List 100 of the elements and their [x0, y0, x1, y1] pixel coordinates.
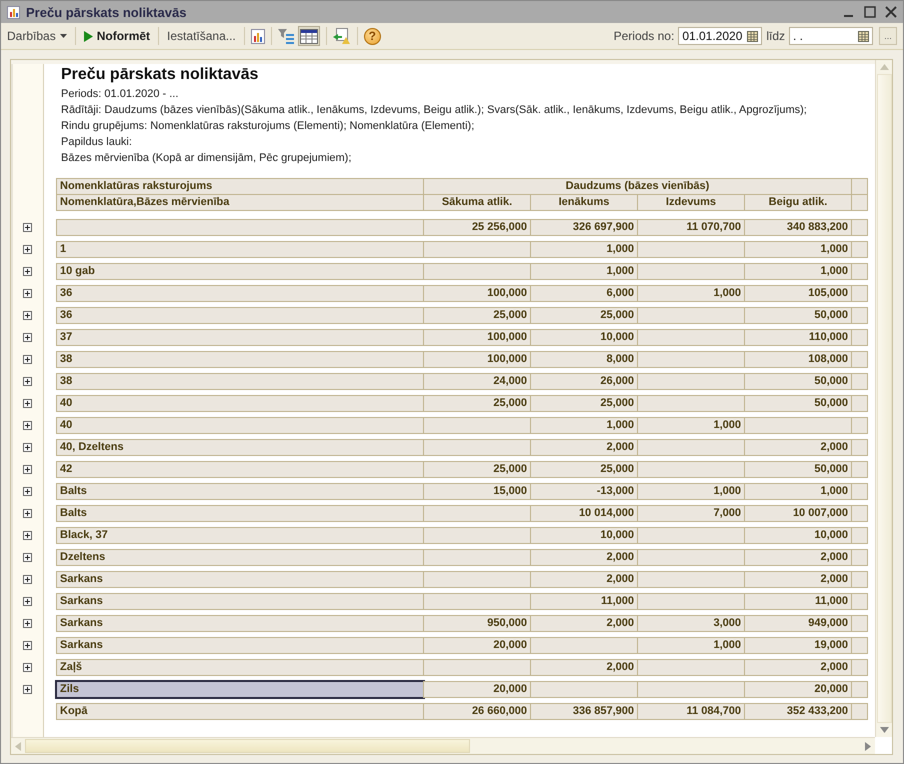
maximize-icon[interactable] — [864, 6, 876, 18]
table-cell: 100,000 — [423, 328, 531, 346]
table-cell: 949,000 — [744, 614, 852, 632]
table-cell[interactable]: 37 — [56, 328, 424, 346]
table-cell: 11,000 — [530, 592, 638, 610]
scroll-down-icon[interactable] — [880, 727, 888, 733]
expand-icon[interactable] — [23, 508, 32, 518]
table-cell: 352 433,200 — [744, 702, 852, 720]
table-cell[interactable]: 36 — [56, 306, 424, 324]
period-to-field[interactable]: . . — [789, 27, 873, 45]
period-from-field[interactable]: 01.01.2020 — [678, 27, 762, 45]
scroll-right-icon[interactable] — [865, 742, 871, 750]
expand-icon[interactable] — [23, 640, 32, 650]
play-icon — [84, 30, 93, 42]
table-cell[interactable]: 38 — [56, 350, 424, 368]
calendar-icon[interactable] — [858, 30, 869, 42]
expand-icon[interactable] — [23, 376, 32, 386]
expand-icon[interactable] — [23, 332, 32, 342]
table-cell: 1,000 — [744, 240, 852, 258]
table-cell[interactable]: 36 — [56, 284, 424, 302]
table-cell: 1,000 — [530, 240, 638, 258]
expand-icon[interactable] — [23, 288, 32, 298]
table-cell[interactable]: Black, 37 — [56, 526, 424, 544]
expand-icon[interactable] — [23, 530, 32, 540]
column-header: Beigu atlik. — [744, 195, 852, 211]
table-cell[interactable]: 40 — [56, 394, 424, 412]
table-cell: 108,000 — [744, 350, 852, 368]
table-cell: 10,000 — [744, 526, 852, 544]
table-cell[interactable] — [56, 218, 424, 236]
export-icon[interactable] — [332, 28, 351, 44]
report-info-line: Periods: 01.01.2020 - ... — [61, 87, 180, 102]
table-cell[interactable]: 40, Dzeltens — [56, 438, 424, 456]
expand-icon[interactable] — [23, 398, 32, 408]
run-button[interactable]: Noformēt — [82, 27, 152, 45]
expand-icon[interactable] — [23, 420, 32, 430]
expand-icon[interactable] — [23, 662, 32, 672]
table-cell[interactable]: Balts — [56, 482, 424, 500]
table-cell: 10 014,000 — [530, 504, 638, 522]
expand-icon[interactable] — [23, 684, 32, 694]
expand-icon[interactable] — [23, 596, 32, 606]
expand-icon[interactable] — [23, 552, 32, 562]
table-cell[interactable]: 1 — [56, 240, 424, 258]
table-cell[interactable]: Sarkans — [56, 592, 424, 610]
table-cell: 50,000 — [744, 372, 852, 390]
table-cell[interactable]: Balts — [56, 504, 424, 522]
expand-icon[interactable] — [23, 486, 32, 496]
table-cell: 2,000 — [530, 548, 638, 566]
table-cell: 2,000 — [530, 614, 638, 632]
table-cell: 25,000 — [530, 306, 638, 324]
table-cell[interactable]: Dzeltens — [56, 548, 424, 566]
expand-icon[interactable] — [23, 310, 32, 320]
settings-button[interactable]: Iestatīšana... — [165, 27, 238, 45]
table-cell: 1,000 — [744, 482, 852, 500]
table-cell[interactable]: Sarkans — [56, 614, 424, 632]
expand-icon[interactable] — [23, 574, 32, 584]
table-cell: 11 084,700 — [637, 702, 745, 720]
report-info-line: Bāzes mērvienība (Kopā ar dimensijām, Pēc grupejumiem); — [61, 151, 352, 166]
actions-menu[interactable]: Darbības — [5, 27, 69, 45]
expand-icon[interactable] — [23, 244, 32, 254]
table-cell[interactable]: Zaļš — [56, 658, 424, 676]
chart-icon[interactable] — [250, 28, 265, 44]
table-cell: 2,000 — [744, 570, 852, 588]
expand-icon[interactable] — [23, 442, 32, 452]
vertical-scrollbar[interactable] — [875, 60, 892, 737]
expand-icon[interactable] — [23, 266, 32, 276]
table-cell: 6,000 — [530, 284, 638, 302]
table-cell[interactable]: 40 — [56, 416, 424, 434]
table-cell[interactable]: 10 gab — [56, 262, 424, 280]
more-button[interactable]: ... — [879, 27, 897, 45]
expand-icon[interactable] — [23, 222, 32, 232]
expand-icon[interactable] — [23, 354, 32, 364]
table-cell: 105,000 — [744, 284, 852, 302]
table-cell[interactable]: Sarkans — [56, 570, 424, 588]
column-header: Izdevums — [637, 195, 745, 211]
report-title: Preču pārskats noliktavās — [61, 66, 260, 84]
table-cell[interactable]: 42 — [56, 460, 424, 478]
report-info-line: Papildus lauki: — [61, 135, 133, 150]
table-cell: 25,000 — [423, 460, 531, 478]
table-cell: 15,000 — [423, 482, 531, 500]
report-info-line: Rādītāji: Daudzums (bāzes vienībās)(Sākuma atlik., Ienākums, Izdevums, Beigu atlik.); Svars(Sāk. atlik., Ienākums, Izdevums, Beigu atlik., Apgrozījums); — [61, 103, 808, 118]
table-view-icon[interactable] — [298, 26, 320, 46]
calendar-icon[interactable] — [747, 30, 758, 42]
horizontal-scrollbar[interactable] — [11, 737, 875, 754]
table-cell: 20,000 — [423, 636, 531, 654]
expand-icon[interactable] — [23, 464, 32, 474]
period-to-label: līdz — [766, 29, 785, 43]
close-icon[interactable] — [885, 6, 897, 18]
help-button[interactable]: ? — [364, 28, 381, 44]
table-cell: 25,000 — [423, 306, 531, 324]
table-cell[interactable]: Sarkans — [56, 636, 424, 654]
table-cell: 326 697,900 — [530, 218, 638, 236]
filter-icon[interactable] — [278, 28, 294, 44]
table-cell: 1,000 — [637, 284, 745, 302]
window-title: Preču pārskats noliktavās — [26, 4, 186, 20]
expand-icon[interactable] — [23, 618, 32, 628]
table-cell[interactable]: 38 — [56, 372, 424, 390]
table-cell: 2,000 — [744, 548, 852, 566]
report-info-line: Rindu grupējums: Nomenklatūras raksturojums (Elementi); Nomenklatūra (Elementi); — [61, 119, 476, 134]
table-cell[interactable]: Zils — [56, 680, 424, 698]
table-cell: 50,000 — [744, 460, 852, 478]
